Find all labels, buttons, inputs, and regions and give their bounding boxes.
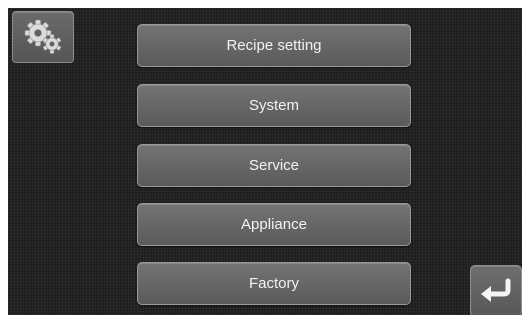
gear-icon (23, 19, 63, 55)
factory-button[interactable]: Factory (137, 262, 411, 305)
return-arrow-icon (478, 277, 514, 305)
system-button[interactable]: System (137, 84, 411, 127)
appliance-button[interactable]: Appliance (137, 203, 411, 246)
menu-screen: Recipe setting System Service Appliance … (8, 8, 522, 315)
recipe-setting-button[interactable]: Recipe setting (137, 24, 411, 67)
settings-button[interactable] (12, 11, 74, 63)
service-button[interactable]: Service (137, 144, 411, 187)
back-button[interactable] (470, 265, 522, 315)
